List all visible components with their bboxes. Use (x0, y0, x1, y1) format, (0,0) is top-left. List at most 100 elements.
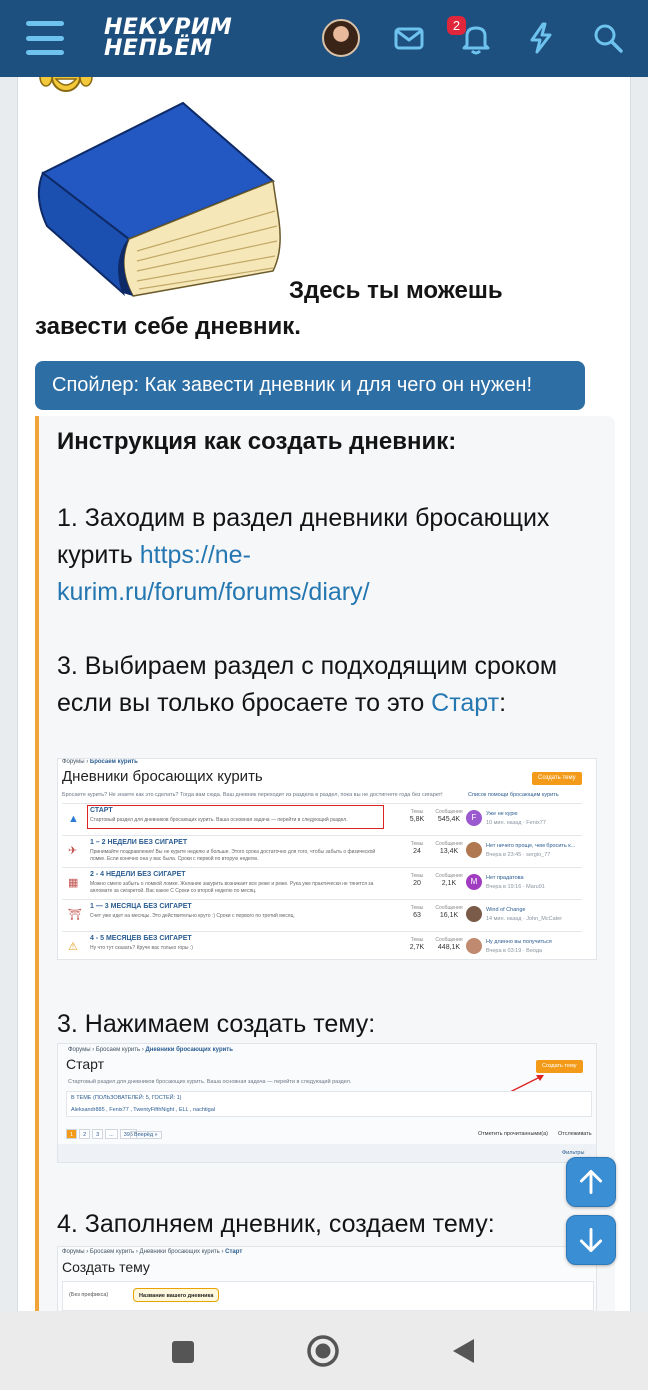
forum-row-last-post: Уже не курю 10 мин. назад · Fenix77 (486, 811, 546, 826)
shot2-mark-read: Отметить прочитанными(а) (478, 1131, 548, 1137)
spoiler-content: Инструкция как создать дневник: 1. Заход… (35, 416, 615, 1311)
home-icon[interactable] (305, 1333, 341, 1369)
forum-row-avatar (466, 938, 482, 954)
forum-row-avatar: M (466, 874, 482, 890)
logo-line-2: НЕПЬЁМ (104, 36, 213, 61)
forum-row-topics: Темы 24 (410, 841, 424, 855)
shot3-prefix-select: (Без префикса) (69, 1292, 109, 1298)
shot2-page-number: 1 (66, 1129, 78, 1139)
shot2-online-label: В ТЕМЕ (ПОЛЬЗОВАТЕЛЕЙ: 5, ГОСТЕЙ: 1) (71, 1095, 182, 1101)
shot1-forum-row: ⛩ 1 — 3 МЕСЯЦА БЕЗ СИГАРЕТ Счет уже идет н… (62, 899, 582, 931)
start-section-link[interactable]: Старт (431, 689, 499, 717)
shot2-page-number: 2 (79, 1129, 91, 1139)
recent-apps-icon[interactable] (170, 1339, 196, 1365)
menu-icon[interactable] (26, 21, 64, 55)
arrow-down-icon (579, 1228, 603, 1252)
forum-row-topics: Темы 63 (410, 905, 424, 919)
forum-row-posts: Сообщения 13,4K (435, 841, 463, 855)
create-topic-screenshot: Форумы › Бросаем курить › Дневники броса… (57, 1246, 597, 1311)
spoiler-title: Инструкция как создать дневник: (57, 428, 457, 455)
shot2-page-number: ... (105, 1129, 118, 1139)
scroll-up-button[interactable] (566, 1157, 616, 1207)
shot1-title: Дневники бросающих курить (62, 768, 263, 785)
user-avatar[interactable] (322, 19, 360, 57)
shot2-filters: Фильтры (562, 1150, 585, 1156)
system-navigation-bar (0, 1311, 648, 1390)
step-4-text: 4. Заполняем дневник, создаем тему: (57, 1210, 495, 1238)
shot2-breadcrumb: Форумы › Бросаем курить › Дневники броса… (68, 1047, 233, 1053)
intro-line-1: Здесь ты можешь (289, 277, 503, 304)
forum-row-description: Можно смело забыть о ломкой ломке. Желан… (90, 881, 374, 894)
forum-row-icon: ⛩ (68, 909, 82, 921)
shot1-forum-row: ▲ СТАРТ Стартовый раздел для дневников бро… (62, 803, 582, 835)
search-icon[interactable] (590, 20, 626, 56)
forum-row-description: Принимайте поздравления! Вы не курите не… (90, 849, 376, 862)
shot2-description: Стартовый раздел для дневников бросающих… (68, 1079, 352, 1085)
forum-row-posts: Сообщения 545,4K (435, 809, 463, 823)
step-2-suffix: : (499, 689, 507, 717)
forum-row-avatar (466, 842, 482, 858)
forum-row-icon: ✈ (68, 845, 78, 857)
shot2-next-page: Вперёд » (130, 1131, 162, 1139)
forum-row-avatar: F (466, 810, 482, 826)
step-1-line-2: курить https://ne- (57, 537, 251, 574)
shot3-title-input: Название вашего дневника (133, 1288, 220, 1302)
forum-row-icon: ⚠ (68, 941, 78, 953)
diary-forum-link-part-1[interactable]: https://ne- (140, 541, 251, 569)
mail-icon[interactable] (391, 20, 427, 56)
step-1-prefix: курить (57, 541, 140, 569)
forum-row-description: Ну что тут сказать? Круче вас только гор… (90, 945, 193, 951)
step-1-line-1: 1. Заходим в раздел дневники бросающих (57, 504, 550, 532)
logo-line-1: НЕКУРИМ (104, 15, 233, 40)
site-logo[interactable]: НЕКУРИМ НЕПЬЁМ (104, 15, 233, 61)
step-3-text: 3. Нажимаем создать тему: (57, 1010, 376, 1038)
start-section-screenshot: Форумы › Бросаем курить › Дневники броса… (57, 1043, 597, 1163)
shot3-breadcrumb: Форумы › Бросаем курить › Дневники броса… (62, 1249, 243, 1255)
shot2-page-number: 3 (92, 1129, 104, 1139)
book-icon (37, 101, 281, 297)
highlight-box (87, 805, 384, 829)
forum-row-last-post: Ну длинно вы получиться Вчера в 03:19 · В… (486, 939, 552, 954)
forum-row-topics: Темы 20 (410, 873, 424, 887)
step-2-line-1: 3. Выбираем раздел с подходящим сроком (57, 652, 558, 680)
step-2-prefix: если вы только бросаете то это (57, 689, 432, 717)
forum-row-posts: Сообщения 16,1K (435, 905, 463, 919)
diary-forum-link-part-2[interactable]: kurim.ru/forum/forums/diary/ (57, 574, 370, 611)
forum-row-last-post: Wind of Change 14 мин. назад · John_McCat… (486, 907, 563, 922)
forum-row-icon: ▲ (68, 813, 79, 825)
shot2-online-users: Aleksandr885 , Fenix77 , TwentyFifthNigh… (71, 1107, 215, 1113)
shot2-watch: Отслеживать (558, 1131, 592, 1137)
forum-row-title: 1 – 2 НЕДЕЛИ БЕЗ СИГАРЕТ (90, 839, 188, 846)
shot2-title: Старт (66, 1056, 105, 1072)
step-2-line-2: если вы только бросаете то это Старт: (57, 685, 506, 722)
forum-row-topics: Темы 5,8K (409, 809, 425, 823)
forum-row-icon: ▦ (68, 877, 79, 889)
shot1-breadcrumb: Форумы › Бросаем курить (62, 759, 138, 765)
shot1-description: Бросаете курить? Не знаете как это сдела… (62, 792, 443, 798)
shot1-create-topic-button: Создать тему (532, 772, 582, 785)
intro-line-2: завести себе дневник. (35, 313, 301, 340)
top-navigation-bar: НЕКУРИМ НЕПЬЁМ 2 (0, 0, 648, 77)
forum-row-title: 2 - 4 НЕДЕЛИ БЕЗ СИГАРЕТ (90, 871, 186, 878)
back-icon[interactable] (450, 1337, 476, 1365)
forum-row-title: 1 — 3 МЕСЯЦА БЕЗ СИГАРЕТ (90, 903, 192, 910)
post-content: Здесь ты можешь завести себе дневник. Сп… (17, 77, 631, 1311)
arrow-up-icon (579, 1170, 603, 1194)
forum-row-avatar (466, 906, 482, 922)
lightning-icon[interactable] (523, 20, 559, 56)
shot1-forum-row: ✈ 1 – 2 НЕДЕЛИ БЕЗ СИГАРЕТ Принимайте позд… (62, 835, 582, 867)
shot1-forum-row: ⚠ 4 - 5 МЕСЯЦЕВ БЕЗ СИГАРЕТ Ну что тут ска… (62, 931, 582, 959)
shot3-title: Создать тему (62, 1259, 150, 1275)
laughing-smiley-icon (39, 77, 93, 92)
diary-forums-screenshot: Форумы › Бросаем курить Дневники бросающ… (57, 758, 597, 960)
forum-row-posts: Сообщения 448,1K (435, 937, 463, 951)
forum-row-last-post: Нет ничего проще, чем бросить к... Вчера … (486, 843, 576, 858)
forum-row-title: 4 - 5 МЕСЯЦЕВ БЕЗ СИГАРЕТ (90, 935, 192, 942)
notification-badge: 2 (447, 16, 466, 35)
shot2-pagination: 1 2 3... 395 (66, 1129, 137, 1139)
scroll-down-button[interactable] (566, 1215, 616, 1265)
spoiler-toggle-button[interactable]: Спойлер: Как завести дневник и для чего … (35, 361, 585, 410)
forum-row-topics: Темы 2,7K (409, 937, 425, 951)
shot1-help-link: Список помощи бросающим курить (468, 792, 559, 798)
forum-row-description: Счет уже идет на месяцы. Это действитель… (90, 913, 295, 919)
